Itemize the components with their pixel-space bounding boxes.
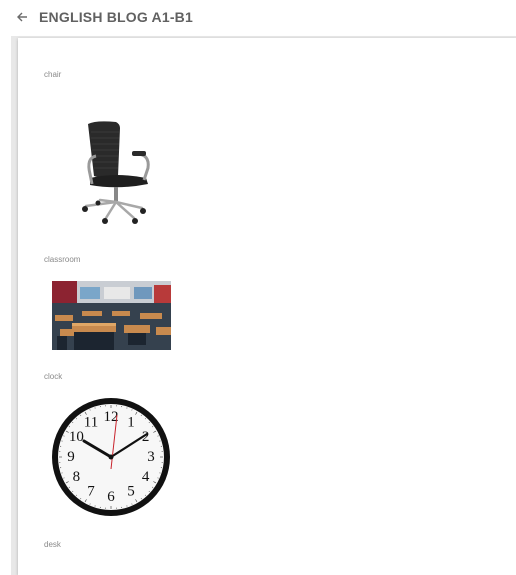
clock-numeral: 8 xyxy=(73,469,81,485)
arrow-left-icon xyxy=(16,10,28,26)
clock-numeral: 10 xyxy=(69,429,84,445)
item-label-classroom: classroom xyxy=(44,255,81,264)
clock-image: 12 1 2 3 4 5 6 7 8 9 10 11 xyxy=(51,397,171,517)
top-bar: ENGLISH BLOG A1-B1 xyxy=(0,0,516,36)
clock-numeral: 1 xyxy=(127,414,135,430)
classroom-image xyxy=(52,281,171,350)
clock-numeral: 11 xyxy=(84,414,98,430)
clock-numeral: 6 xyxy=(107,489,115,505)
chair-image xyxy=(76,118,156,226)
back-button[interactable] xyxy=(14,10,30,26)
clock-numeral: 4 xyxy=(142,469,150,485)
item-label-chair: chair xyxy=(44,70,62,79)
item-label-desk: desk xyxy=(44,540,61,549)
clock-numeral: 3 xyxy=(147,449,155,465)
item-label-clock: clock xyxy=(44,372,63,381)
page-title: ENGLISH BLOG A1-B1 xyxy=(39,9,193,25)
clock-numeral: 5 xyxy=(127,484,135,500)
clock-numeral: 9 xyxy=(67,449,75,465)
clock-numeral: 7 xyxy=(87,484,95,500)
